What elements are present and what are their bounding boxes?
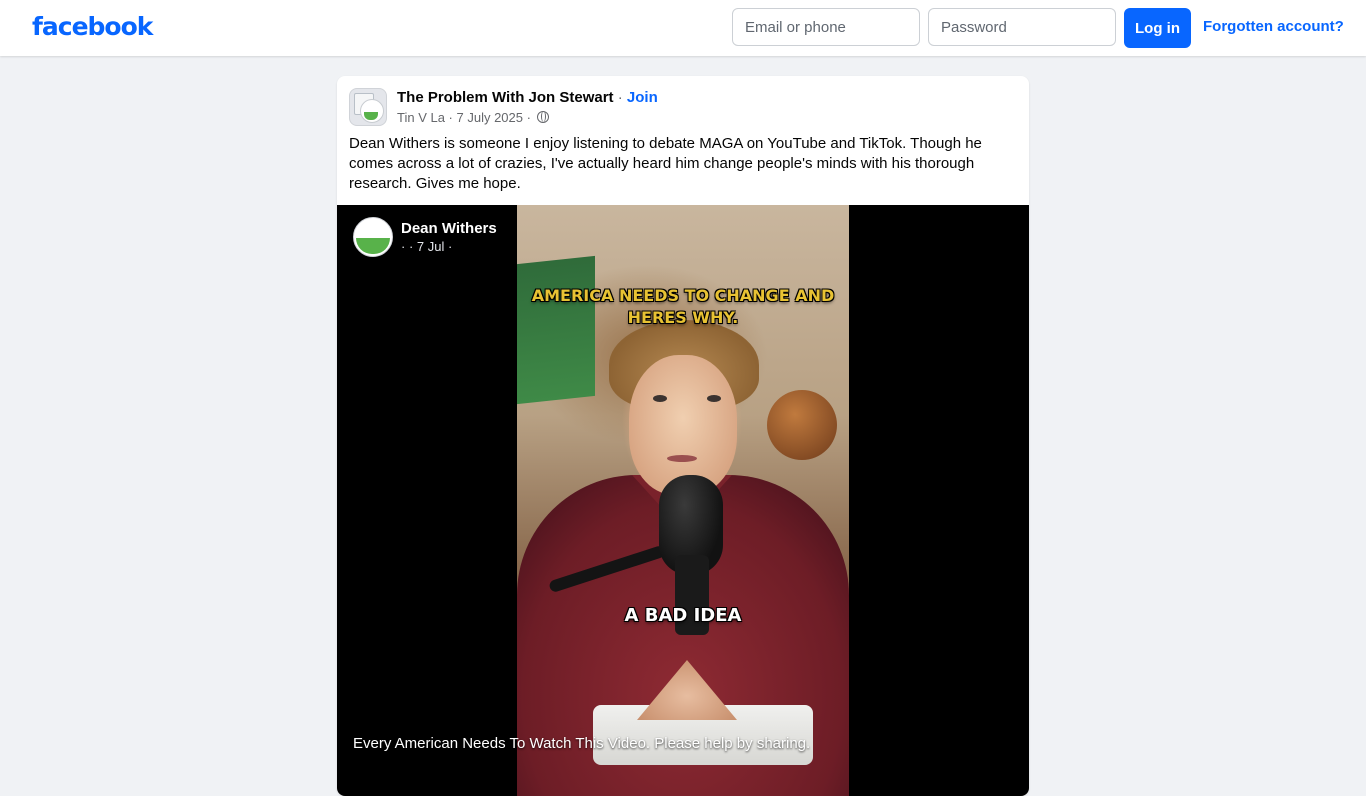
post-card: The Problem With Jon Stewart · Join Tin …	[337, 76, 1029, 796]
forgot-account-link[interactable]: Forgotten account?	[1203, 18, 1344, 35]
background-poster	[517, 255, 595, 405]
person-eye-right	[707, 395, 721, 402]
post-date[interactable]: 7 July 2025	[457, 110, 524, 125]
video-author-avatar[interactable]	[353, 217, 393, 257]
person-face	[629, 355, 737, 495]
video-date: · · 7 Jul ·	[401, 239, 453, 254]
separator: ·	[613, 89, 627, 106]
separator: ·	[444, 110, 457, 125]
post-meta: Tin V La · 7 July 2025 ·	[397, 110, 549, 125]
video-caption-top: AMERICA NEEDS TO CHANGE AND HERES WHY.	[531, 286, 835, 327]
video-author-name[interactable]: Dean Withers	[401, 220, 497, 237]
group-name-link[interactable]: The Problem With Jon Stewart	[397, 89, 614, 106]
post-text: Dean Withers is someone I enjoy listenin…	[349, 135, 982, 192]
group-avatar[interactable]	[349, 88, 387, 126]
person-mouth	[667, 455, 697, 462]
facebook-logo[interactable]: facebook	[32, 12, 153, 41]
email-field[interactable]	[732, 8, 920, 46]
video-description: Every American Needs To Watch This Video…	[353, 735, 811, 752]
login-button[interactable]: Log in	[1124, 8, 1191, 48]
post-author[interactable]: Tin V La	[397, 110, 445, 125]
person-eye-left	[653, 395, 667, 402]
video-caption-mid: A BAD IDEA	[624, 605, 742, 626]
separator: ·	[523, 110, 535, 125]
video-player[interactable]: AMERICA NEEDS TO CHANGE AND HERES WHY. A…	[337, 205, 1029, 796]
user-avatar-icon	[360, 99, 384, 123]
top-bar: facebook Log in Forgotten account?	[0, 0, 1366, 56]
video-frame[interactable]: AMERICA NEEDS TO CHANGE AND HERES WHY. A…	[517, 205, 849, 796]
post-header: The Problem With Jon Stewart · Join	[397, 89, 658, 107]
password-field[interactable]	[928, 8, 1116, 46]
join-link[interactable]: Join	[627, 89, 658, 106]
globe-icon	[536, 111, 549, 123]
background-globe	[767, 390, 837, 460]
